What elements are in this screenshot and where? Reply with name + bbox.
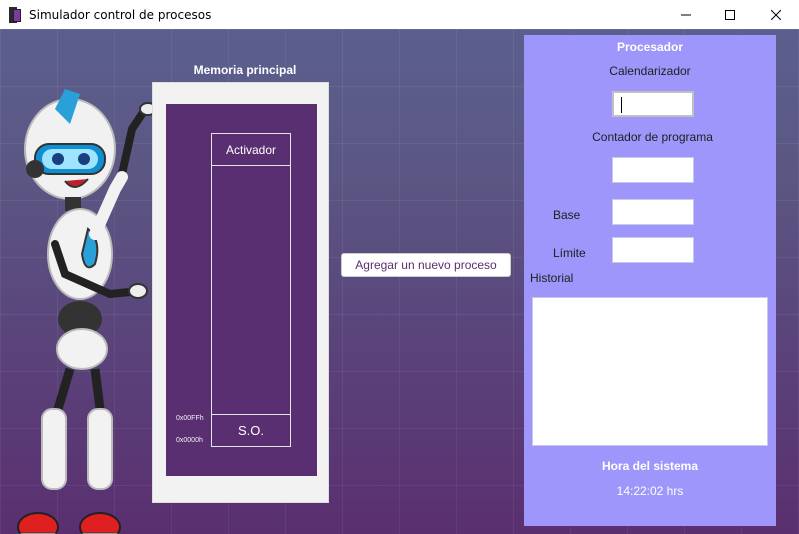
limit-field[interactable] bbox=[612, 237, 694, 263]
memory-activator-slot: Activador bbox=[211, 133, 291, 166]
processor-title: Procesador bbox=[616, 40, 684, 54]
system-time-value: 14:22:02 hrs bbox=[616, 484, 684, 498]
text-caret bbox=[621, 97, 622, 113]
minimize-button[interactable] bbox=[663, 0, 709, 29]
history-label: Historial bbox=[530, 271, 574, 285]
memory-title: Memoria principal bbox=[193, 63, 297, 77]
close-button[interactable] bbox=[753, 0, 799, 29]
scheduler-label: Calendarizador bbox=[609, 64, 691, 78]
memory-os-slot: S.O. bbox=[211, 414, 291, 447]
app-icon bbox=[9, 6, 21, 23]
robot-illustration bbox=[17, 89, 155, 534]
minimize-icon bbox=[681, 14, 691, 15]
base-label: Base bbox=[553, 208, 581, 222]
os-label: S.O. bbox=[237, 423, 264, 438]
window-title: Simulador control de procesos bbox=[29, 7, 212, 22]
program-counter-field[interactable] bbox=[612, 157, 694, 183]
add-process-button[interactable]: Agregar un nuevo proceso bbox=[341, 253, 511, 277]
close-icon bbox=[771, 9, 781, 20]
address-low: 0x0000h bbox=[176, 437, 203, 444]
history-textarea[interactable] bbox=[532, 297, 768, 446]
maximize-icon bbox=[725, 9, 735, 20]
address-high: 0x00FFh bbox=[176, 415, 204, 422]
system-time-title: Hora del sistema bbox=[601, 459, 699, 473]
memory-column bbox=[211, 133, 291, 447]
processor-panel: Procesador Calendarizador Contador de pr… bbox=[524, 35, 776, 526]
activator-label: Activador bbox=[225, 142, 277, 157]
scheduler-field[interactable] bbox=[612, 91, 694, 117]
program-counter-label: Contador de programa bbox=[592, 130, 713, 144]
base-field[interactable] bbox=[612, 199, 694, 225]
add-process-label: Agregar un nuevo proceso bbox=[355, 258, 497, 272]
title-bar: Simulador control de procesos bbox=[0, 0, 799, 29]
maximize-button[interactable] bbox=[707, 0, 753, 29]
client-area: Memoria principal Activador S.O. 0x00FFh… bbox=[0, 29, 799, 534]
limit-label: Límite bbox=[553, 246, 586, 260]
